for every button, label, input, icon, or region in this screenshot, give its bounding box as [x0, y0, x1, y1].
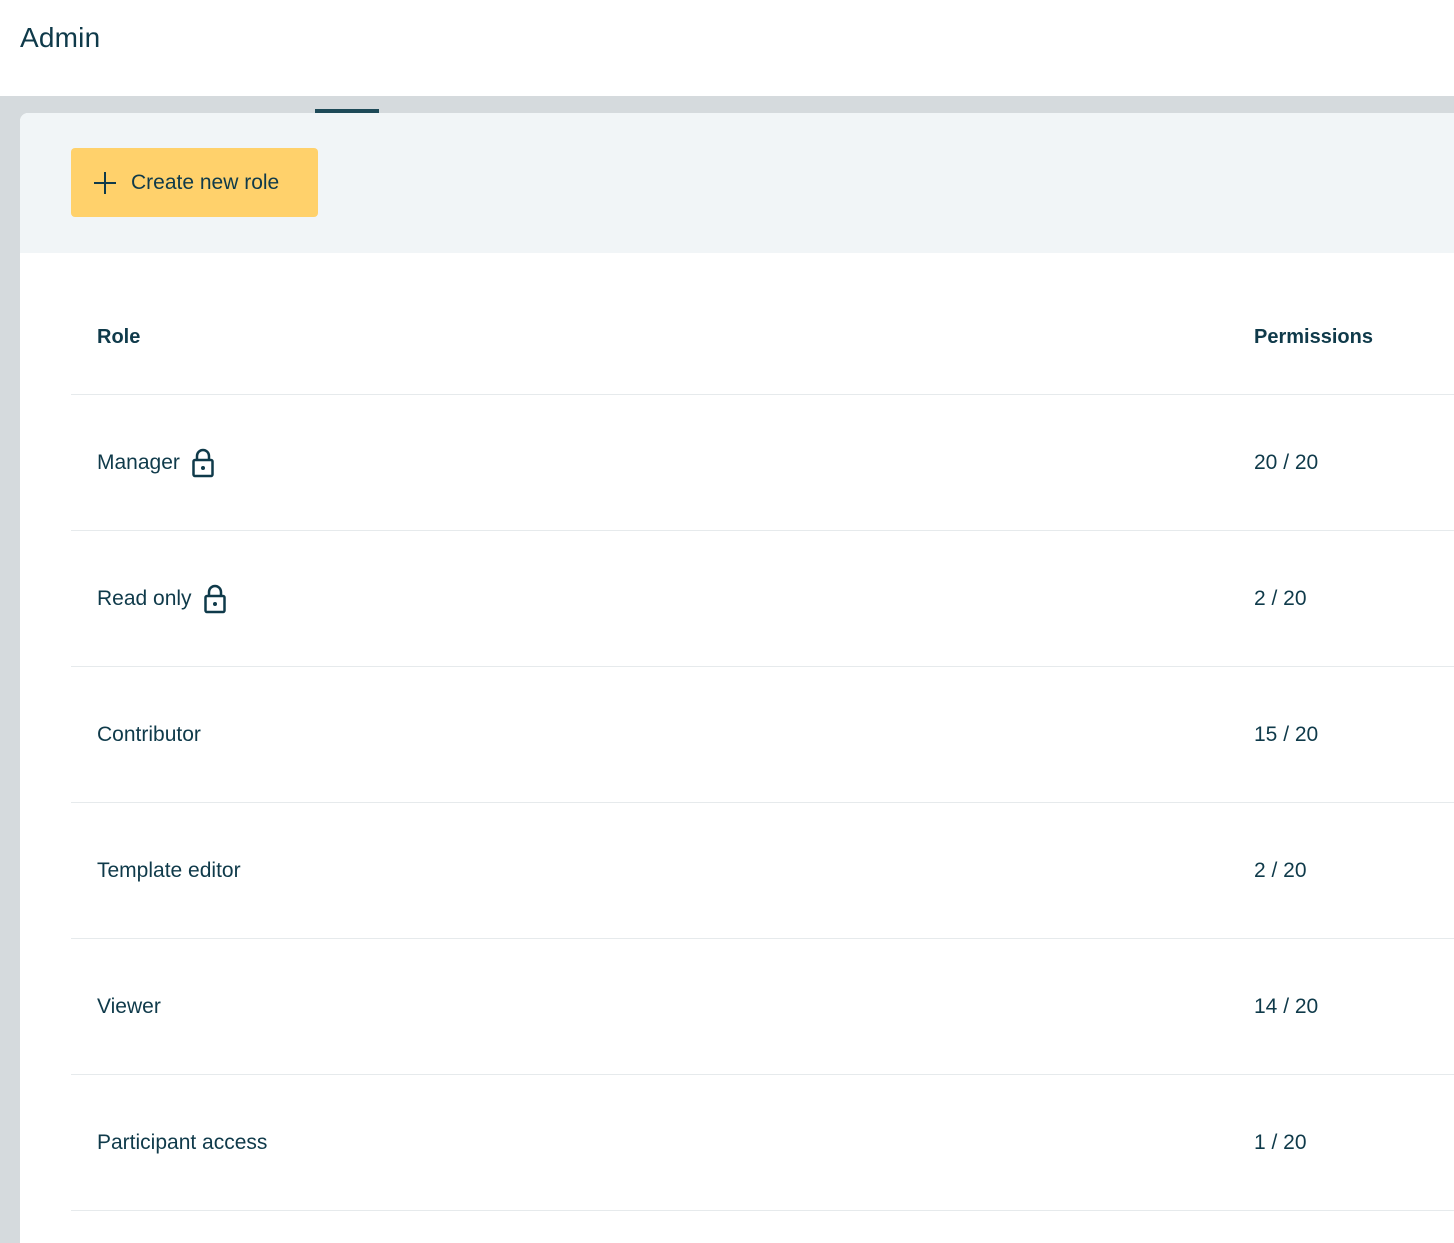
- permissions-cell: 20 / 20: [1254, 450, 1319, 474]
- table-header: Role Permissions: [71, 253, 1454, 395]
- create-new-role-label: Create new role: [131, 170, 280, 194]
- table-row-template-editor[interactable]: Template editor 2 / 20: [71, 803, 1454, 939]
- role-cell: Contributor: [97, 667, 201, 802]
- role-cell: Viewer: [97, 939, 161, 1074]
- table-row-manager[interactable]: Manager 20 / 20: [71, 395, 1454, 531]
- permissions-cell: 2 / 20: [1254, 586, 1307, 610]
- table-row-participant-access[interactable]: Participant access 1 / 20: [71, 1075, 1454, 1211]
- permissions-cell: 14 / 20: [1254, 994, 1319, 1018]
- column-header-permissions[interactable]: Permissions: [1254, 326, 1373, 349]
- create-new-role-button[interactable]: Create new role: [71, 148, 318, 217]
- role-name[interactable]: Read only: [97, 587, 192, 611]
- role-cell: Manager: [97, 395, 215, 530]
- table-row-viewer[interactable]: Viewer 14 / 20: [71, 939, 1454, 1075]
- role-name[interactable]: Contributor: [97, 723, 201, 747]
- permissions-cell: 2 / 20: [1254, 858, 1307, 882]
- roles-panel: Create new role Role Permissions Manager…: [20, 113, 1454, 1243]
- permissions-cell: 15 / 20: [1254, 722, 1319, 746]
- role-name[interactable]: Participant access: [97, 1131, 267, 1155]
- page-title: Admin: [20, 22, 101, 53]
- role-name[interactable]: Template editor: [97, 859, 241, 883]
- toolbar: Create new role: [20, 113, 1454, 253]
- table-row-read-only[interactable]: Read only 2 / 20: [71, 531, 1454, 667]
- table-row-contributor[interactable]: Contributor 15 / 20: [71, 667, 1454, 803]
- lock-icon: [191, 448, 215, 478]
- role-name[interactable]: Manager: [97, 451, 180, 475]
- lock-icon: [203, 584, 227, 614]
- role-name[interactable]: Viewer: [97, 995, 161, 1019]
- roles-table: Role Permissions Manager 20 / 20 Read on…: [71, 253, 1454, 1211]
- column-header-role[interactable]: Role: [97, 326, 140, 349]
- permissions-cell: 1 / 20: [1254, 1130, 1307, 1154]
- plus-icon: [93, 171, 117, 195]
- top-bar: Admin: [0, 0, 1454, 96]
- role-cell: Template editor: [97, 803, 241, 938]
- role-cell: Participant access: [97, 1075, 267, 1210]
- role-cell: Read only: [97, 531, 227, 666]
